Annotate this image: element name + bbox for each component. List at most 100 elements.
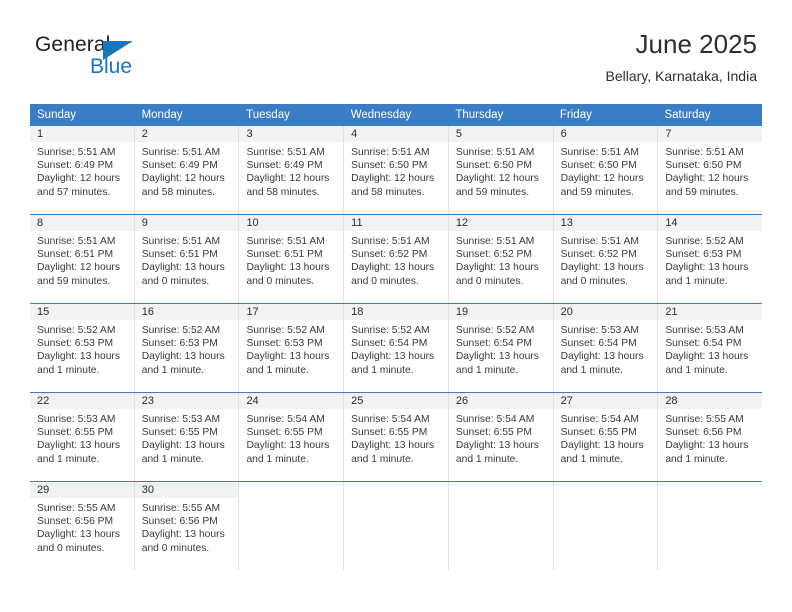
calendar-day-cell[interactable]: 29 Sunrise: 5:55 AM Sunset: 6:56 PM Dayligh… <box>30 482 135 570</box>
calendar-day-cell[interactable]: 13 Sunrise: 5:51 AM Sunset: 6:52 PM Dayligh… <box>553 215 659 303</box>
calendar-day-cell[interactable]: 9 Sunrise: 5:51 AM Sunset: 6:51 PM Daylight… <box>134 215 240 303</box>
sunset-text: Sunset: 6:52 PM <box>351 249 428 261</box>
daylight-text-line2: and 59 minutes. <box>665 186 739 198</box>
calendar-grid: Sunday Monday Tuesday Wednesday Thursday… <box>30 104 763 570</box>
calendar-day-cell[interactable]: 22 Sunrise: 5:53 AM Sunset: 6:55 PM Dayligh… <box>30 393 135 481</box>
day-sun-info: Sunrise: 5:54 AM Sunset: 6:55 PM Daylight:… <box>344 409 448 466</box>
sunrise-text: Sunrise: 5:54 AM <box>246 414 325 425</box>
calendar-day-cell[interactable]: 20 Sunrise: 5:53 AM Sunset: 6:54 PM Dayligh… <box>553 304 659 392</box>
calendar-day-cell[interactable]: 19 Sunrise: 5:52 AM Sunset: 6:54 PM Dayligh… <box>448 304 554 392</box>
daylight-text-line1: Daylight: 13 hours <box>560 440 644 452</box>
daylight-text-line1: Daylight: 13 hours <box>246 351 330 363</box>
daylight-text-line1: Daylight: 13 hours <box>560 262 644 274</box>
day-number: 19 <box>448 304 553 320</box>
calendar-day-cell[interactable]: 11 Sunrise: 5:51 AM Sunset: 6:52 PM Dayligh… <box>344 215 449 303</box>
calendar-day-cell[interactable]: 12 Sunrise: 5:51 AM Sunset: 6:52 PM Dayligh… <box>448 215 554 303</box>
calendar-day-cell[interactable]: 5 Sunrise: 5:51 AM Sunset: 6:50 PM Daylight… <box>448 126 554 214</box>
day-sun-info: Sunrise: 5:54 AM Sunset: 6:55 PM Daylight:… <box>239 409 343 466</box>
general-blue-logo[interactable]: General Blue <box>35 33 155 79</box>
daylight-text-line2: and 1 minute. <box>351 364 414 376</box>
calendar-day-cell[interactable]: 10 Sunrise: 5:51 AM Sunset: 6:51 PM Dayligh… <box>239 215 345 303</box>
logo-text-general: General <box>35 33 111 56</box>
sunset-text: Sunset: 6:55 PM <box>351 427 428 439</box>
sunrise-text: Sunrise: 5:53 AM <box>141 414 221 425</box>
calendar-weeks: 1 Sunrise: 5:51 AM Sunset: 6:49 PM Daylight… <box>30 126 763 570</box>
sunset-text: Sunset: 6:55 PM <box>455 427 533 439</box>
day-number: 17 <box>239 304 344 320</box>
day-number: 14 <box>658 215 763 231</box>
calendar-day-cell[interactable]: 3 Sunrise: 5:51 AM Sunset: 6:49 PM Daylight… <box>239 126 345 214</box>
sunrise-text: Sunrise: 5:51 AM <box>246 236 325 247</box>
sunrise-text: Sunrise: 5:53 AM <box>560 325 640 336</box>
calendar-day-cell[interactable]: 23 Sunrise: 5:53 AM Sunset: 6:55 PM Dayligh… <box>134 393 240 481</box>
calendar-day-cell[interactable]: 30 Sunrise: 5:55 AM Sunset: 6:56 PM Dayligh… <box>134 482 240 570</box>
calendar-day-cell[interactable]: 21 Sunrise: 5:53 AM Sunset: 6:54 PM Dayligh… <box>658 304 763 392</box>
daylight-text-line1: Daylight: 13 hours <box>455 440 539 452</box>
daylight-text-line1: Daylight: 13 hours <box>351 262 435 274</box>
day-number: 4 <box>344 126 448 142</box>
daylight-text-line2: and 0 minutes. <box>37 542 105 554</box>
daylight-text-line1: Daylight: 13 hours <box>665 351 749 363</box>
calendar-day-cell[interactable]: 2 Sunrise: 5:51 AM Sunset: 6:49 PM Daylight… <box>134 126 240 214</box>
daylight-text-line2: and 58 minutes. <box>351 186 425 198</box>
daylight-text-line2: and 0 minutes. <box>351 275 419 287</box>
calendar-day-cell-empty <box>344 482 449 570</box>
sunrise-text: Sunrise: 5:52 AM <box>246 325 325 336</box>
sunrise-text: Sunrise: 5:51 AM <box>560 147 640 158</box>
calendar-day-cell[interactable]: 4 Sunrise: 5:51 AM Sunset: 6:50 PM Daylight… <box>344 126 449 214</box>
daylight-text-line2: and 58 minutes. <box>246 186 320 198</box>
calendar-day-cell[interactable]: 27 Sunrise: 5:54 AM Sunset: 6:55 PM Dayligh… <box>553 393 659 481</box>
daylight-text-line1: Daylight: 12 hours <box>560 173 644 185</box>
sunrise-text: Sunrise: 5:51 AM <box>246 147 325 158</box>
daylight-text-line1: Daylight: 13 hours <box>37 440 120 452</box>
sunset-text: Sunset: 6:56 PM <box>141 516 218 528</box>
calendar-day-cell[interactable]: 6 Sunrise: 5:51 AM Sunset: 6:50 PM Daylight… <box>553 126 659 214</box>
sunset-text: Sunset: 6:55 PM <box>560 427 637 439</box>
sunset-text: Sunset: 6:54 PM <box>351 338 428 350</box>
day-number <box>448 482 553 498</box>
day-number: 28 <box>658 393 763 409</box>
daylight-text-line2: and 57 minutes. <box>37 186 111 198</box>
day-number: 15 <box>30 304 134 320</box>
sunrise-text: Sunrise: 5:52 AM <box>351 325 430 336</box>
sunset-text: Sunset: 6:54 PM <box>665 338 742 350</box>
calendar-day-cell[interactable]: 1 Sunrise: 5:51 AM Sunset: 6:49 PM Daylight… <box>30 126 135 214</box>
daylight-text-line1: Daylight: 13 hours <box>37 529 120 541</box>
calendar-day-cell[interactable]: 26 Sunrise: 5:54 AM Sunset: 6:55 PM Dayligh… <box>448 393 554 481</box>
calendar-day-cell[interactable]: 28 Sunrise: 5:55 AM Sunset: 6:56 PM Dayligh… <box>658 393 763 481</box>
day-sun-info: Sunrise: 5:51 AM Sunset: 6:50 PM Daylight:… <box>344 142 448 199</box>
daylight-text-line1: Daylight: 13 hours <box>351 351 435 363</box>
day-sun-info: Sunrise: 5:52 AM Sunset: 6:54 PM Daylight:… <box>449 320 553 377</box>
calendar-day-cell[interactable]: 25 Sunrise: 5:54 AM Sunset: 6:55 PM Dayligh… <box>344 393 449 481</box>
day-sun-info: Sunrise: 5:51 AM Sunset: 6:50 PM Daylight:… <box>449 142 553 199</box>
sunrise-text: Sunrise: 5:51 AM <box>37 147 116 158</box>
daylight-text-line2: and 0 minutes. <box>141 542 210 554</box>
day-sun-info: Sunrise: 5:51 AM Sunset: 6:49 PM Daylight:… <box>239 142 343 199</box>
day-sun-info: Sunrise: 5:51 AM Sunset: 6:52 PM Daylight:… <box>344 231 448 288</box>
day-number: 21 <box>658 304 763 320</box>
calendar-day-cell[interactable]: 16 Sunrise: 5:52 AM Sunset: 6:53 PM Dayligh… <box>134 304 240 392</box>
calendar-day-cell[interactable]: 7 Sunrise: 5:51 AM Sunset: 6:50 PM Daylight… <box>658 126 763 214</box>
sunset-text: Sunset: 6:52 PM <box>455 249 533 261</box>
day-sun-info: Sunrise: 5:54 AM Sunset: 6:55 PM Daylight:… <box>554 409 658 466</box>
sunset-text: Sunset: 6:52 PM <box>560 249 637 261</box>
daylight-text-line1: Daylight: 12 hours <box>665 173 749 185</box>
sunrise-text: Sunrise: 5:54 AM <box>455 414 535 425</box>
day-number: 5 <box>448 126 553 142</box>
sunrise-text: Sunrise: 5:52 AM <box>665 236 744 247</box>
calendar-day-cell[interactable]: 24 Sunrise: 5:54 AM Sunset: 6:55 PM Dayligh… <box>239 393 345 481</box>
day-sun-info: Sunrise: 5:52 AM Sunset: 6:53 PM Daylight:… <box>135 320 239 377</box>
sunrise-text: Sunrise: 5:51 AM <box>455 236 535 247</box>
daylight-text-line2: and 1 minute. <box>455 453 519 465</box>
day-number: 11 <box>344 215 448 231</box>
daylight-text-line2: and 1 minute. <box>37 364 100 376</box>
calendar-week-row: 29 Sunrise: 5:55 AM Sunset: 6:56 PM Dayligh… <box>30 481 763 570</box>
calendar-day-cell[interactable]: 18 Sunrise: 5:52 AM Sunset: 6:54 PM Dayligh… <box>344 304 449 392</box>
calendar-day-cell[interactable]: 14 Sunrise: 5:52 AM Sunset: 6:53 PM Dayligh… <box>658 215 763 303</box>
day-number: 29 <box>30 482 134 498</box>
calendar-day-cell[interactable]: 8 Sunrise: 5:51 AM Sunset: 6:51 PM Daylight… <box>30 215 135 303</box>
day-sun-info: Sunrise: 5:51 AM Sunset: 6:50 PM Daylight:… <box>554 142 658 199</box>
calendar-day-cell[interactable]: 17 Sunrise: 5:52 AM Sunset: 6:53 PM Dayligh… <box>239 304 345 392</box>
calendar-day-cell[interactable]: 15 Sunrise: 5:52 AM Sunset: 6:53 PM Dayligh… <box>30 304 135 392</box>
day-sun-info: Sunrise: 5:51 AM Sunset: 6:51 PM Daylight:… <box>30 231 134 288</box>
